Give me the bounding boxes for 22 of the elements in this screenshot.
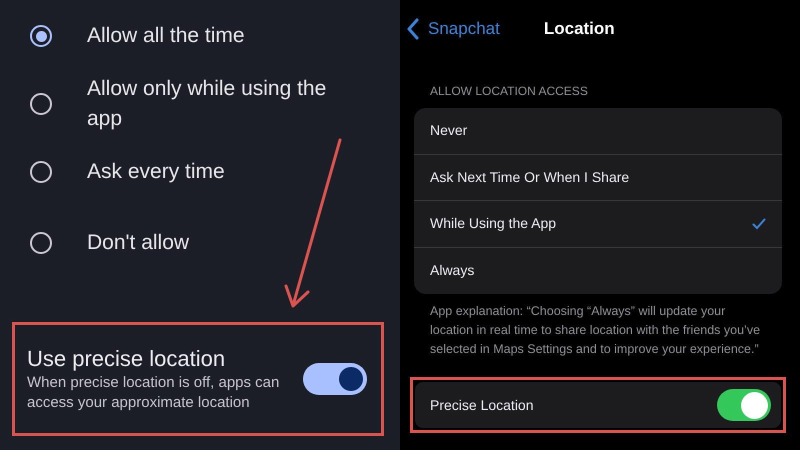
radio-button[interactable]	[30, 25, 52, 47]
option-label: Allow only while using the app	[87, 76, 328, 132]
chevron-left-icon	[406, 18, 420, 40]
radio-button[interactable]	[30, 161, 52, 183]
option-label: Allow all the time	[87, 23, 246, 49]
radio-button[interactable]	[30, 232, 52, 254]
toggle-switch[interactable]	[717, 389, 771, 421]
list-row[interactable]: Ask Next Time Or When I Share	[414, 154, 782, 201]
list-row[interactable]: Always	[414, 248, 782, 294]
radio-button[interactable]	[30, 93, 52, 115]
section-header: ALLOW LOCATION ACCESS	[430, 83, 589, 100]
screen-title: Location	[544, 18, 615, 40]
setting-label: Precise Location	[430, 396, 534, 414]
list-row[interactable]: While Using the App	[414, 201, 782, 248]
list-row[interactable]: Never	[414, 108, 782, 154]
explanation-text: App explanation: “Choosing “Always” will update your location in real time to share location with the friends you’ve selected in Maps Settings and to improve your experience.”	[430, 303, 762, 358]
toggle-switch[interactable]	[303, 363, 367, 395]
setting-description: When precise location is off, apps can access your approximate location	[27, 373, 280, 413]
back-button[interactable]: Snapchat	[406, 16, 500, 42]
option-label: Don't allow	[87, 230, 190, 256]
setting-title: Use precise location	[27, 345, 226, 373]
option-label: Ask every time	[87, 159, 226, 185]
